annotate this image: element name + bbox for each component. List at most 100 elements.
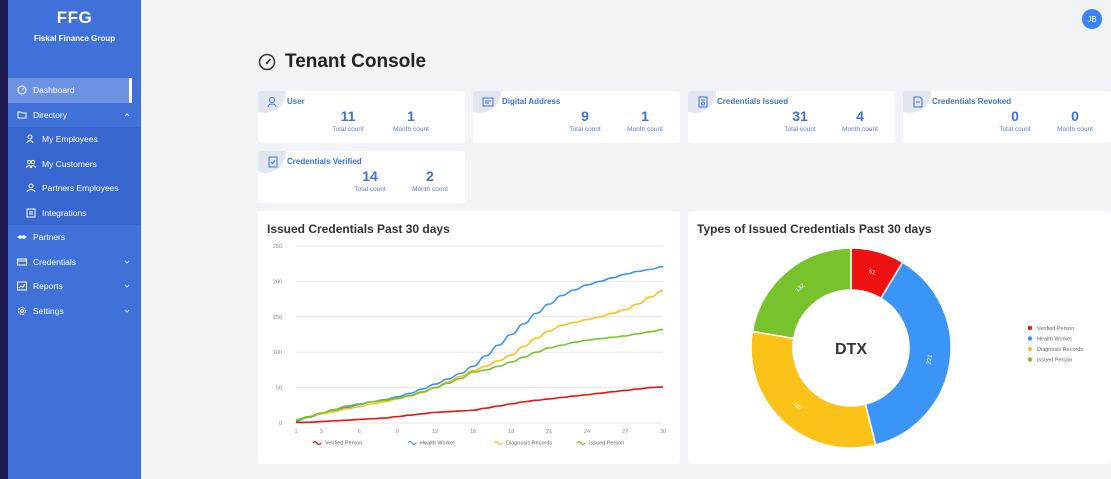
month-count-label: Month count: [842, 126, 878, 133]
sidebar-item-my-customers[interactable]: My Customers: [8, 151, 141, 176]
document-icon: [913, 96, 923, 108]
month-count-label: Month count: [412, 186, 448, 193]
y-tick-label: 0: [279, 421, 282, 427]
legend-item: Health Worker: [407, 440, 455, 447]
sidebar: FFG Fiskal Finance Group Dashboard Direc…: [8, 0, 141, 479]
legend-swatch: [1027, 346, 1033, 352]
integrations-icon: [26, 208, 36, 218]
donut-center-label: DTX: [835, 341, 867, 358]
handshake-icon: [17, 232, 27, 242]
users-icon: [26, 134, 36, 144]
credential-icon: [698, 96, 708, 108]
total-count-label: Total count: [332, 126, 364, 133]
stat-card-credentials-issued[interactable]: Credentials Issued 31 Total count 4 Month …: [688, 91, 895, 143]
x-tick-label: 21: [546, 429, 552, 435]
line-chart-panel: Issued Credentials Past 30 days 0 50 100 15…: [258, 211, 680, 464]
sidebar-item-credentials[interactable]: Credentials: [8, 250, 141, 275]
legend-item: Diagnosis Records: [493, 441, 552, 447]
legend-item: Diagnosis Records: [1027, 346, 1083, 353]
legend-item: Issued Person: [1027, 357, 1072, 364]
dashboard-icon: [258, 53, 276, 71]
legend-label: Issued Person: [589, 441, 624, 447]
legend-label: Diagnosis Records: [506, 441, 552, 447]
stat-card-digital-address[interactable]: Digital Address 9 Total count 1 Month coun…: [473, 91, 680, 143]
legend-item: Verified Person: [1027, 325, 1074, 332]
month-count: 2 Month count: [400, 168, 460, 193]
chevron-down-icon[interactable]: [123, 282, 131, 290]
total-count-label: Total count: [354, 186, 386, 193]
sidebar-item-reports[interactable]: Reports: [8, 274, 141, 299]
sidebar-item-settings[interactable]: Settings: [8, 299, 141, 324]
sidebar-item-partners-employees[interactable]: Partners Employees: [8, 176, 141, 201]
sidebar-item-partners[interactable]: Partners: [8, 225, 141, 250]
series-line: [295, 289, 664, 421]
chevron-up-icon[interactable]: [123, 111, 131, 119]
dashboard-icon: [17, 85, 27, 95]
stat-card-user[interactable]: User 11 Total count 1 Month count: [258, 91, 465, 143]
month-count: 1 Month count: [381, 108, 441, 133]
user-icon: [26, 183, 36, 193]
legend-swatch: [312, 440, 322, 446]
total-count-value: 11: [340, 108, 356, 124]
total-count: 0 Total count: [985, 108, 1045, 133]
chevron-down-icon[interactable]: [123, 258, 131, 266]
legend-item: Issued Person: [576, 440, 624, 447]
gear-icon: [17, 306, 27, 316]
card-label: Digital Address: [502, 97, 561, 106]
sidebar-item-label: Dashboard: [33, 85, 75, 96]
x-tick-label: 24: [584, 429, 590, 435]
sidebar-item-dashboard[interactable]: Dashboard: [8, 78, 132, 103]
address-card-icon: [482, 97, 494, 107]
month-count: 1 Month count: [615, 108, 675, 133]
sidebar-item-integrations[interactable]: Integrations: [8, 200, 141, 225]
legend-label: Diagnosis Records: [1037, 347, 1083, 353]
month-count-value: 4: [856, 108, 864, 124]
total-count: 11 Total count: [318, 108, 378, 133]
donut-chart: 51221187132DTXVerified PersonHealth Work…: [750, 247, 1083, 449]
month-count-value: 0: [1071, 108, 1079, 124]
legend-swatch: [407, 440, 417, 446]
total-count: 14 Total count: [340, 168, 400, 193]
donut-slice: [751, 247, 852, 340]
card-label: Credentials Revoked: [932, 97, 1012, 106]
page-title-text: Tenant Console: [285, 51, 427, 72]
sidebar-item-label: Credentials: [33, 256, 76, 267]
card-label: Credentials Verified: [287, 157, 362, 166]
y-tick-label: 100: [273, 350, 282, 356]
folder-icon: [17, 110, 27, 120]
sidebar-item-label: My Customers: [42, 158, 97, 169]
line-chart: 0 50 100 150 200 250 1 3 6 9 12 15 18 21 24 27 30 Verifie…: [273, 244, 666, 447]
legend-label: Issued Person: [1037, 358, 1072, 364]
sidebar-item-label: Partners Employees: [42, 183, 119, 194]
month-count-value: 1: [641, 108, 649, 124]
month-count-label: Month count: [627, 126, 663, 133]
legend-item: Health Worker: [1027, 336, 1072, 343]
card-icon: [17, 257, 27, 267]
sidebar-item-directory[interactable]: Directory: [8, 103, 141, 128]
y-tick-label: 150: [273, 315, 282, 321]
x-tick-label: 15: [470, 429, 476, 435]
legend-label: Verified Person: [325, 441, 362, 447]
org-name: Fiskal Finance Group: [33, 34, 116, 43]
series-line: [295, 386, 664, 424]
x-tick-label: 1: [294, 429, 297, 435]
month-count-label: Month count: [1057, 126, 1093, 133]
main-content: JB Tenant Console User 11 Total count 1 Mo…: [141, 0, 1111, 479]
chevron-down-icon[interactable]: [123, 307, 131, 315]
sidebar-item-label: Partners: [33, 232, 66, 243]
sidebar-nav: Dashboard Directory My Employees My Cust…: [8, 78, 141, 323]
stat-card-credentials-revoked[interactable]: Credentials Revoked 0 Total count 0 Month …: [903, 91, 1111, 143]
sidebar-item-my-employees[interactable]: My Employees: [8, 127, 141, 152]
chart-icon: [17, 281, 27, 291]
legend-swatch: [576, 440, 586, 446]
sidebar-item-label: Integrations: [42, 207, 87, 218]
stat-card-credentials-verified[interactable]: Credentials Verified 14 Total count 2 Mont…: [258, 151, 465, 203]
sidebar-item-label: My Employees: [42, 134, 98, 145]
legend-swatch: [1027, 325, 1033, 331]
logo[interactable]: FFG: [8, 8, 141, 28]
avatar[interactable]: JB: [1082, 9, 1102, 29]
verified-icon: [268, 156, 278, 168]
card-label: Credentials Issued: [717, 97, 789, 106]
legend-item: Verified Person: [312, 440, 362, 447]
series-line: [295, 265, 664, 422]
